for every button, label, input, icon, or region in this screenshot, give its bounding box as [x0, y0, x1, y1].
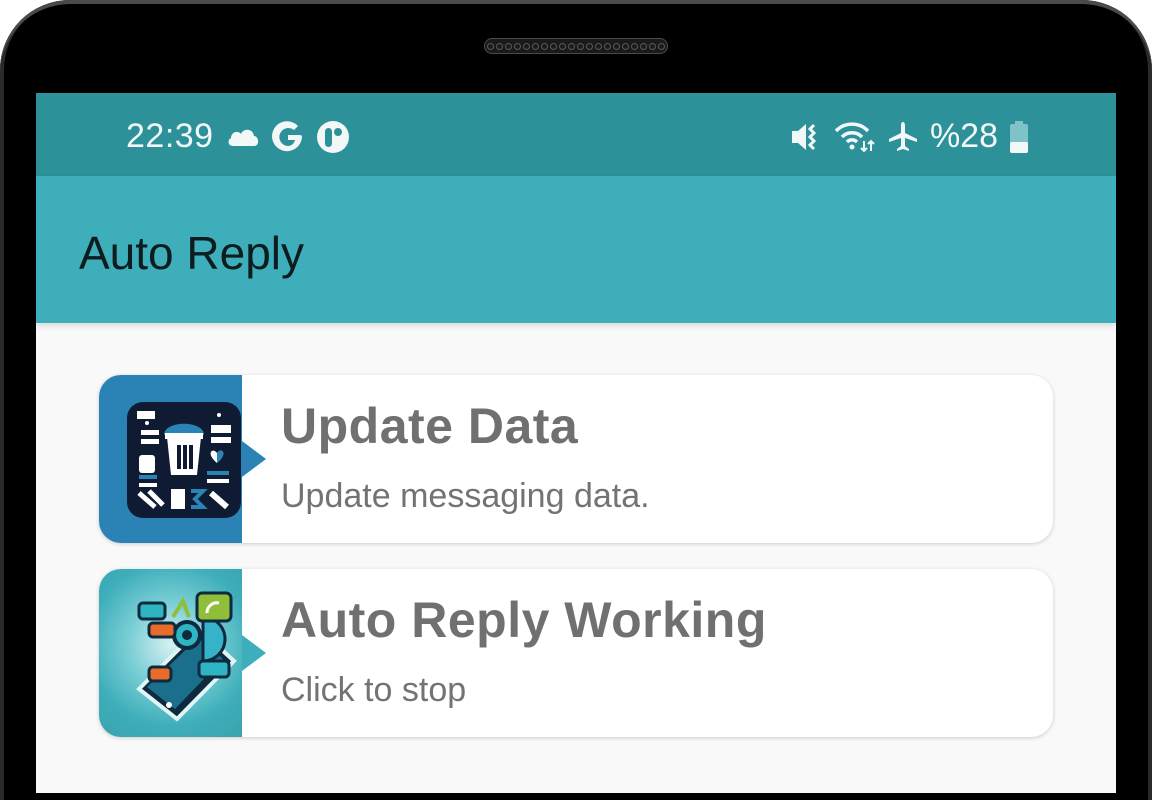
screen: 22:39 %28 Auto Reply Update Data Update … — [36, 93, 1116, 793]
google-icon — [271, 120, 304, 153]
phone-frame: 22:39 %28 Auto Reply Update Data Update … — [0, 0, 1152, 800]
app-bar: Auto Reply — [36, 176, 1116, 323]
earpiece-speaker — [484, 38, 668, 54]
auto-reply-toggle-card[interactable]: Auto Reply Working Click to stop — [99, 569, 1053, 737]
app-notification-icon — [316, 120, 350, 154]
trash-cleanup-icon — [99, 375, 242, 543]
update-data-card[interactable]: Update Data Update messaging data. — [99, 375, 1053, 543]
vibrate-mute-icon — [790, 121, 824, 153]
wifi-icon — [834, 121, 876, 153]
card-subtitle: Click to stop — [281, 671, 467, 709]
pointer-arrow — [242, 441, 266, 477]
phone-messages-icon — [99, 569, 242, 737]
card-title: Auto Reply Working — [281, 592, 767, 648]
app-title: Auto Reply — [79, 227, 305, 279]
status-bar: 22:39 %28 — [36, 93, 1116, 176]
cloud-icon — [226, 126, 260, 148]
clock: 22:39 — [126, 117, 214, 155]
battery-percentage: %28 — [929, 117, 998, 155]
battery-icon — [1008, 120, 1030, 154]
airplane-mode-icon — [886, 120, 920, 154]
card-subtitle: Update messaging data. — [281, 477, 650, 515]
card-title: Update Data — [281, 398, 579, 454]
pointer-arrow — [242, 635, 266, 671]
